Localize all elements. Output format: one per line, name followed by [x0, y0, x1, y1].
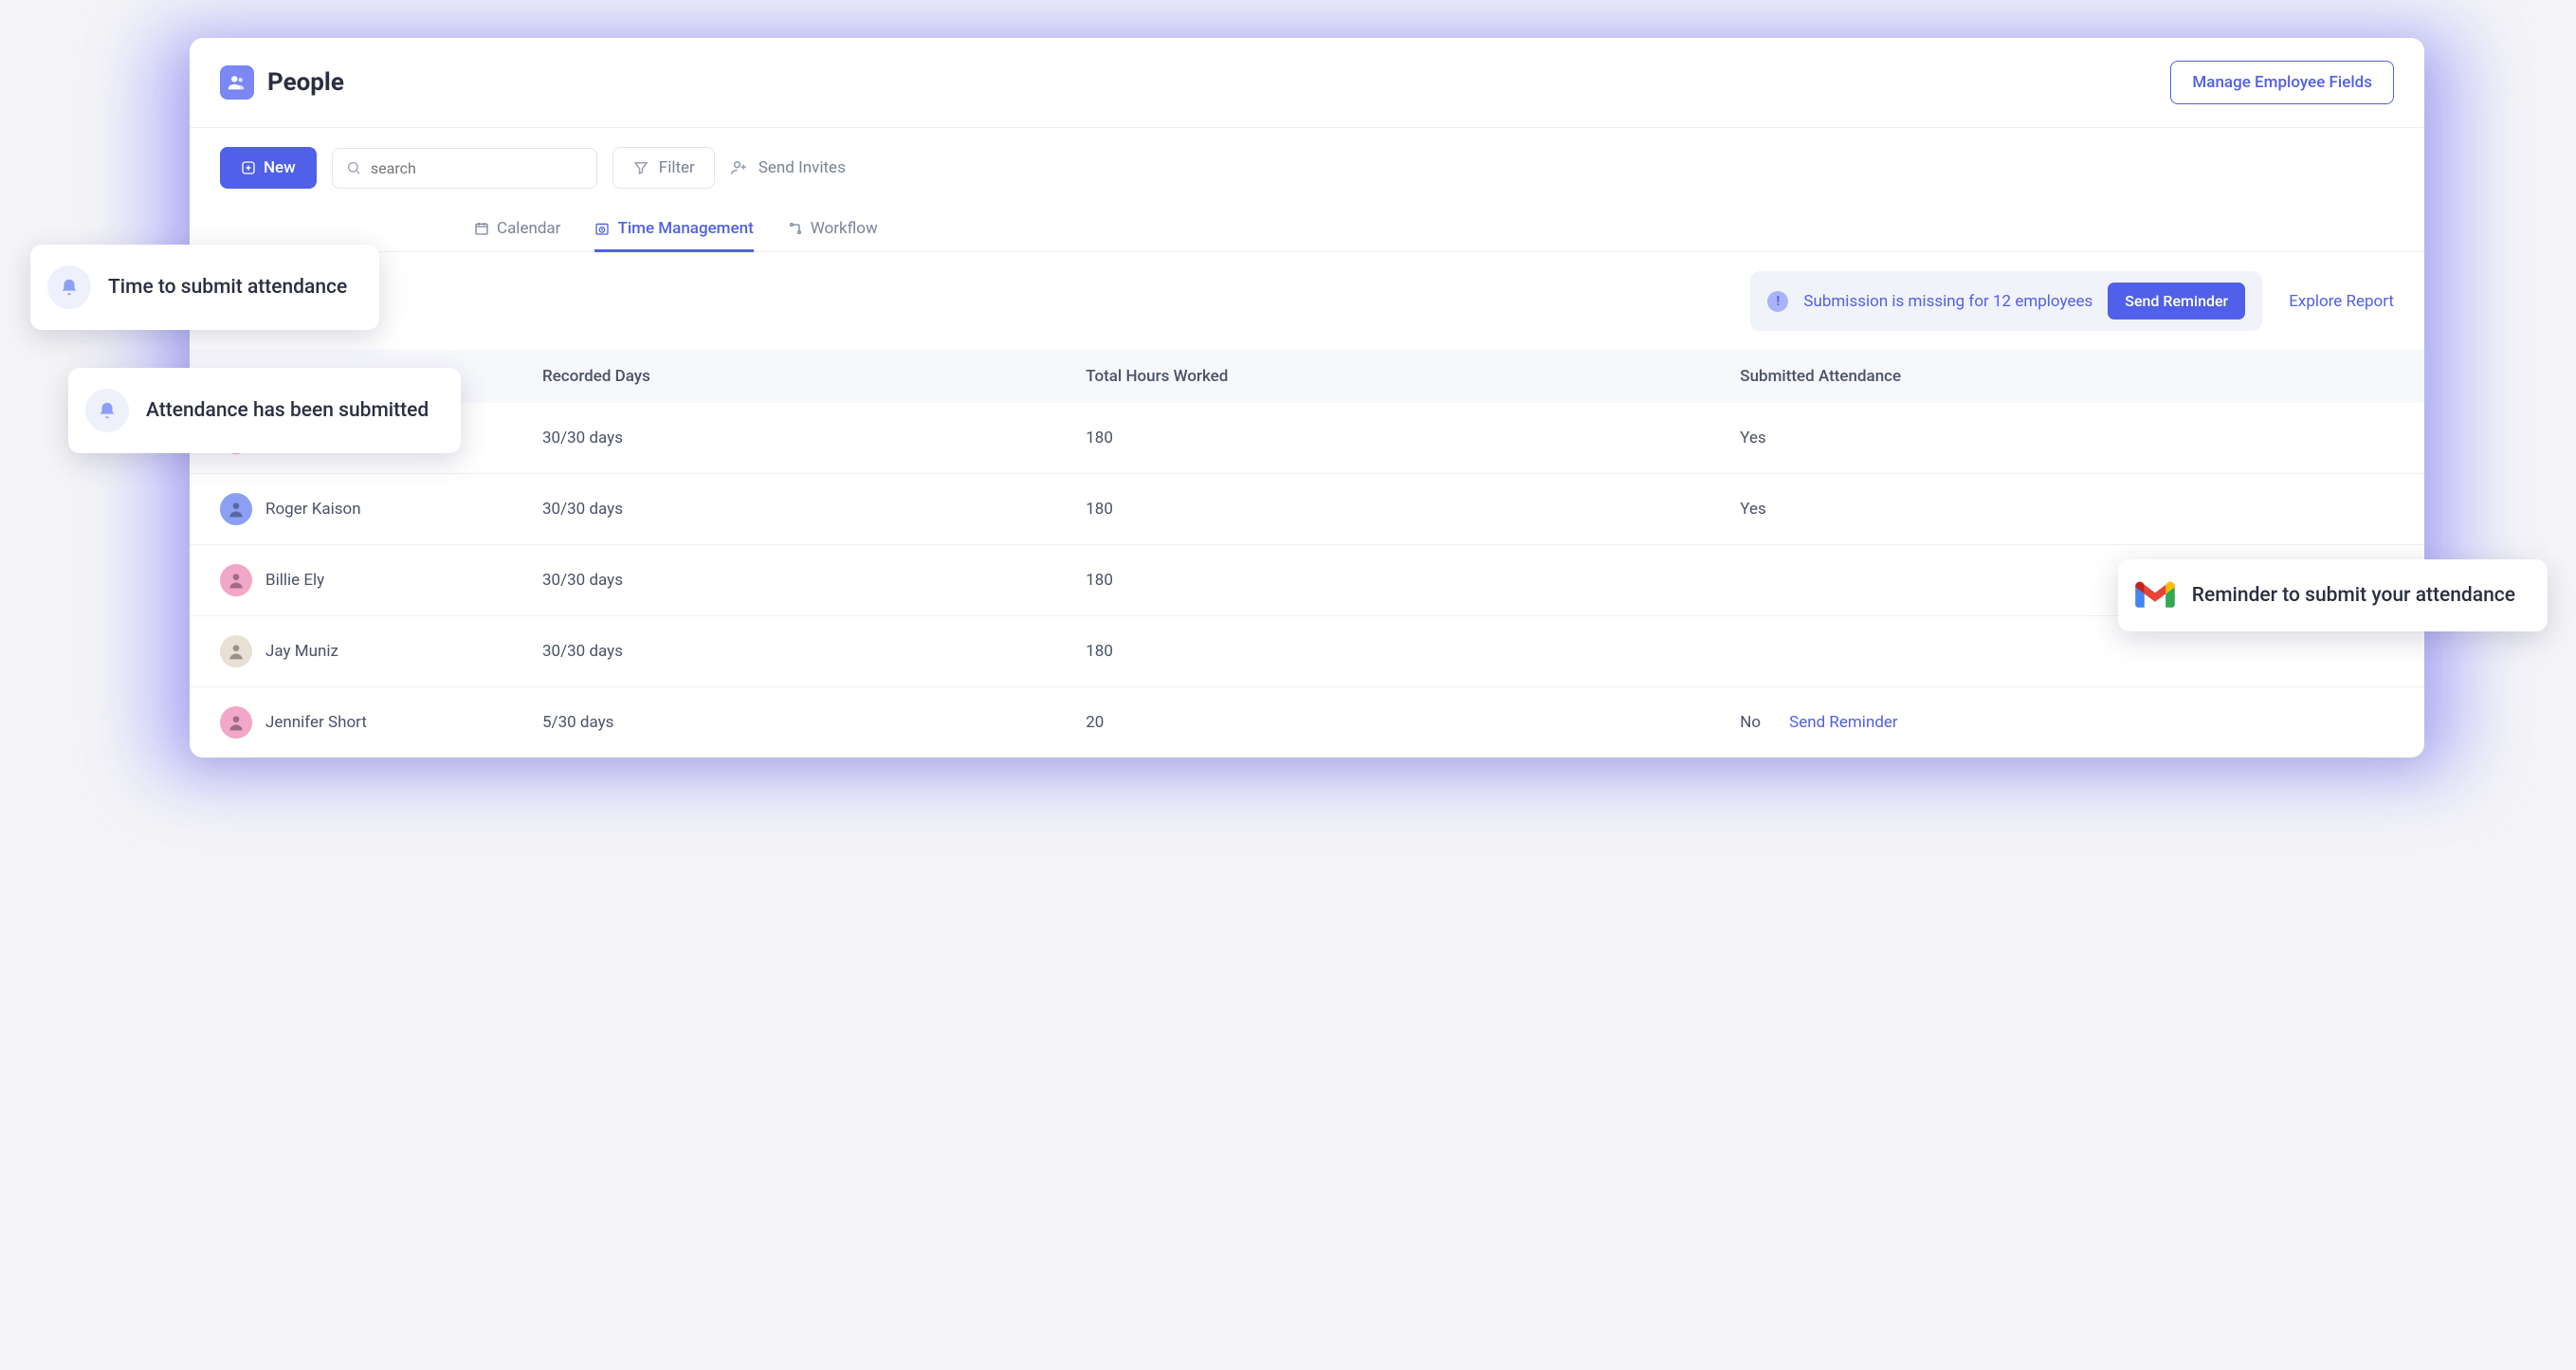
cell-recorded: 30/30 days: [512, 403, 1055, 474]
tab-time-management[interactable]: Time Management: [594, 208, 753, 252]
avatar: [220, 635, 252, 667]
table-row: Billie Ely 30/30 days180: [190, 545, 2424, 616]
people-icon: [220, 65, 254, 100]
page-title: People: [267, 68, 344, 97]
filter-button[interactable]: Filter: [612, 147, 715, 189]
alert-message: Submission is missing for 12 employees: [1803, 292, 2092, 311]
cell-hours: 20: [1055, 687, 1709, 758]
toast-reminder-email: Reminder to submit your attendance: [2118, 559, 2548, 631]
toast-text: Reminder to submit your attendance: [2192, 584, 2515, 607]
alert-icon: !: [1767, 291, 1788, 312]
new-button-label: New: [264, 158, 296, 177]
bell-icon: [85, 389, 129, 432]
search-icon: [346, 159, 361, 176]
table-row: Jennifer Short 5/30 days20NoSend Reminder: [190, 687, 2424, 758]
workflow-icon: [788, 221, 803, 236]
cell-recorded: 30/30 days: [512, 616, 1055, 687]
filter-icon: [632, 159, 649, 176]
alert-banner: ! Submission is missing for 12 employees…: [1750, 271, 2262, 331]
col-submitted: Submitted Attendance: [1709, 350, 2424, 403]
explore-report-link[interactable]: Explore Report: [2289, 292, 2394, 311]
alert-row: ! Submission is missing for 12 employees…: [190, 252, 2424, 350]
cell-hours: 180: [1055, 474, 1709, 545]
cell-submitted: Yes: [1709, 403, 2424, 474]
tab-label: Time Management: [617, 219, 753, 238]
avatar: [220, 564, 252, 596]
cell-hours: 180: [1055, 545, 1709, 616]
toast-text: Time to submit attendance: [108, 276, 347, 299]
send-invites-link[interactable]: Send Invites: [730, 158, 846, 177]
tabs: Calendar Time Management Workflow: [190, 208, 2424, 252]
avatar: [220, 493, 252, 525]
cell-hours: 180: [1055, 403, 1709, 474]
col-recorded: Recorded Days: [512, 350, 1055, 403]
tab-workflow[interactable]: Workflow: [788, 208, 878, 252]
gmail-icon: [2135, 580, 2175, 611]
toast-attendance-submitted: Attendance has been submitted: [68, 368, 461, 453]
filter-label: Filter: [659, 158, 695, 177]
cell-submitted: NoSend Reminder: [1709, 687, 2424, 758]
manage-fields-button[interactable]: Manage Employee Fields: [2170, 61, 2394, 104]
calendar-icon: [474, 221, 489, 236]
employee-name: Roger Kaison: [265, 500, 361, 519]
toast-text: Attendance has been submitted: [146, 399, 429, 422]
cell-recorded: 30/30 days: [512, 474, 1055, 545]
tab-label: Workflow: [811, 219, 878, 238]
main-card: People Manage Employee Fields New Filter…: [190, 38, 2424, 758]
header: People Manage Employee Fields: [190, 38, 2424, 128]
avatar: [220, 706, 252, 739]
new-button[interactable]: New: [220, 147, 317, 189]
search-input[interactable]: [371, 159, 583, 177]
send-reminder-link[interactable]: Send Reminder: [1789, 713, 1898, 732]
cell-submitted: Yes: [1709, 474, 2424, 545]
col-hours: Total Hours Worked: [1055, 350, 1709, 403]
cell-recorded: 30/30 days: [512, 545, 1055, 616]
cell-recorded: 5/30 days: [512, 687, 1055, 758]
send-invites-icon: [730, 158, 749, 177]
table-row: Roger Kaison 30/30 days180Yes: [190, 474, 2424, 545]
search-input-wrap[interactable]: [332, 148, 597, 189]
table-row: 30/30 days180Yes: [190, 403, 2424, 474]
tab-label: Calendar: [497, 219, 560, 238]
cell-hours: 180: [1055, 616, 1709, 687]
send-invites-label: Send Invites: [758, 158, 846, 177]
attendance-table: Recorded Days Total Hours Worked Submitt…: [190, 350, 2424, 758]
time-icon: [594, 221, 610, 236]
bell-icon: [47, 265, 91, 309]
toast-submit-attendance: Time to submit attendance: [30, 245, 379, 330]
send-reminder-button[interactable]: Send Reminder: [2108, 283, 2245, 320]
tab-calendar[interactable]: Calendar: [474, 208, 560, 252]
toolbar: New Filter Send Invites: [190, 128, 2424, 208]
employee-name: Billie Ely: [265, 571, 324, 590]
table-row: Jay Muniz 30/30 days180: [190, 616, 2424, 687]
employee-name: Jay Muniz: [265, 642, 338, 661]
employee-name: Jennifer Short: [265, 713, 367, 732]
